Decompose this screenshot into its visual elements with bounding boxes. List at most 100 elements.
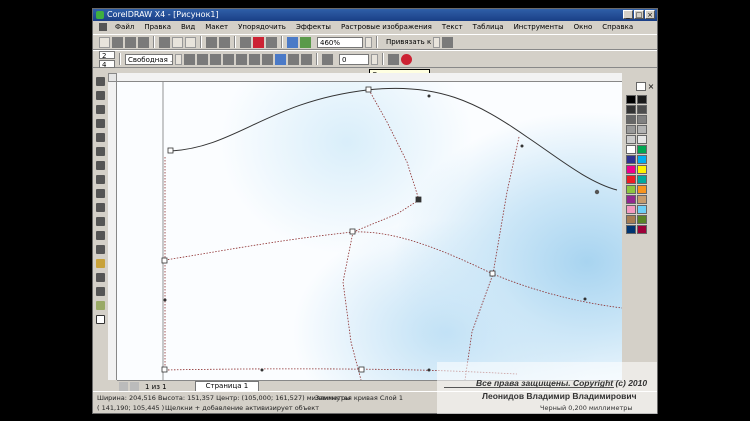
color-swatch[interactable] xyxy=(637,165,647,174)
cusp-node-icon[interactable] xyxy=(262,53,273,65)
smoothness-spinner-icon[interactable] xyxy=(371,53,378,65)
selection-mode-select[interactable]: Свободная ... xyxy=(125,53,173,65)
eyedropper-tool-icon[interactable] xyxy=(96,273,105,282)
color-swatch[interactable] xyxy=(626,225,636,234)
color-swatch[interactable] xyxy=(637,155,647,164)
palette-close-icon[interactable]: × xyxy=(646,82,656,91)
curve-node[interactable] xyxy=(349,228,356,235)
color-swatch[interactable] xyxy=(626,215,636,224)
snap-to-label[interactable]: Привязать к xyxy=(386,38,431,46)
undo-icon[interactable] xyxy=(206,36,217,48)
node-count-field[interactable]: 2 xyxy=(99,50,115,59)
table-tool-icon[interactable] xyxy=(96,231,105,240)
select-all-nodes-icon[interactable] xyxy=(401,53,412,65)
menu-view[interactable]: Вид xyxy=(176,23,200,31)
menu-edit[interactable]: Правка xyxy=(139,23,176,31)
new-document-icon[interactable] xyxy=(99,36,110,48)
smart-fill-tool-icon[interactable] xyxy=(96,147,105,156)
color-swatch[interactable] xyxy=(637,135,647,144)
menu-bitmaps[interactable]: Растровые изображения xyxy=(336,23,437,31)
color-swatch[interactable] xyxy=(626,195,636,204)
dimension-tool-icon[interactable] xyxy=(96,245,105,254)
no-color-swatch[interactable] xyxy=(636,82,646,91)
import-icon[interactable] xyxy=(253,36,264,48)
curve-control-point[interactable] xyxy=(583,297,587,301)
crop-tool-icon[interactable] xyxy=(96,105,105,114)
pick-tool-icon[interactable] xyxy=(96,77,105,86)
options-icon[interactable] xyxy=(442,36,454,48)
curve-control-point[interactable] xyxy=(260,368,264,372)
color-swatch[interactable] xyxy=(637,175,647,184)
document-menu-icon[interactable] xyxy=(99,23,107,31)
text-tool-icon[interactable] xyxy=(96,217,105,226)
color-swatch[interactable] xyxy=(637,205,647,214)
color-swatch[interactable] xyxy=(626,145,636,154)
first-page-icon[interactable] xyxy=(119,382,128,391)
mode-dropdown-chevron-icon[interactable] xyxy=(175,53,182,65)
freehand-tool-icon[interactable] xyxy=(96,133,105,142)
color-swatch[interactable] xyxy=(637,95,647,104)
color-swatch[interactable] xyxy=(637,195,647,204)
to-curve-icon[interactable] xyxy=(249,53,260,65)
polygon-tool-icon[interactable] xyxy=(96,189,105,198)
color-swatch[interactable] xyxy=(637,145,647,154)
menu-window[interactable]: Окно xyxy=(569,23,598,31)
zoom-tool-icon[interactable] xyxy=(96,119,105,128)
zoom-dropdown-chevron-icon[interactable] xyxy=(365,36,372,48)
copy-icon[interactable] xyxy=(172,36,183,48)
curve-node[interactable] xyxy=(161,257,168,264)
curve-node[interactable] xyxy=(161,366,168,373)
color-swatch[interactable] xyxy=(626,95,636,104)
shape-tool-icon[interactable] xyxy=(96,91,105,100)
export-icon[interactable] xyxy=(266,36,277,48)
curve-control-point[interactable] xyxy=(427,94,431,98)
color-swatch[interactable] xyxy=(637,115,647,124)
color-swatch[interactable] xyxy=(626,105,636,114)
color-swatch[interactable] xyxy=(637,215,647,224)
print-icon[interactable] xyxy=(138,36,149,48)
corel-online-icon[interactable] xyxy=(300,36,311,48)
drawing-canvas[interactable] xyxy=(117,82,622,380)
horizontal-ruler[interactable] xyxy=(117,73,622,82)
color-swatch[interactable] xyxy=(637,125,647,134)
ruler-origin[interactable] xyxy=(108,73,117,82)
reverse-direction-icon[interactable] xyxy=(301,53,312,65)
to-line-icon[interactable] xyxy=(236,53,247,65)
outline-tool-icon[interactable] xyxy=(96,287,105,296)
interactive-blend-tool-icon[interactable] xyxy=(96,259,105,268)
add-node-icon[interactable] xyxy=(184,53,195,65)
symmetrical-node-icon[interactable] xyxy=(288,53,299,65)
rectangle-tool-icon[interactable] xyxy=(96,161,105,170)
redo-icon[interactable] xyxy=(219,36,230,48)
smooth-node-icon[interactable] xyxy=(275,53,286,65)
color-swatch[interactable] xyxy=(626,185,636,194)
application-launcher-icon[interactable] xyxy=(287,36,298,48)
vertical-ruler[interactable] xyxy=(108,82,117,380)
color-swatch[interactable] xyxy=(637,225,647,234)
center-dart-line[interactable] xyxy=(342,231,362,380)
menu-table[interactable]: Таблица xyxy=(468,23,509,31)
curve-control-point[interactable] xyxy=(163,298,167,302)
menu-text[interactable]: Текст xyxy=(437,23,468,31)
curve-control-point[interactable] xyxy=(427,368,431,372)
menu-effects[interactable]: Эффекты xyxy=(291,23,336,31)
curve-node[interactable] xyxy=(365,86,372,93)
join-nodes-icon[interactable] xyxy=(210,53,221,65)
color-swatch[interactable] xyxy=(637,185,647,194)
curve-control-point[interactable] xyxy=(520,144,524,148)
save-icon[interactable] xyxy=(125,36,136,48)
curve-node-selected[interactable] xyxy=(415,196,422,203)
menu-arrange[interactable]: Упорядочить xyxy=(233,23,291,31)
basic-shapes-tool-icon[interactable] xyxy=(96,203,105,212)
top-curve-path[interactable] xyxy=(170,87,618,191)
title-bar[interactable]: CorelDRAW X4 - [Рисунок1] _ □ × xyxy=(93,9,657,21)
search-icon[interactable] xyxy=(240,36,251,48)
curve-smoothness-field[interactable]: 0 xyxy=(339,53,369,65)
dart-line-upper[interactable] xyxy=(368,89,420,201)
waist-line[interactable] xyxy=(164,231,622,309)
previous-page-icon[interactable] xyxy=(130,382,139,391)
break-curve-icon[interactable] xyxy=(223,53,234,65)
color-swatch[interactable] xyxy=(626,165,636,174)
paste-icon[interactable] xyxy=(185,36,196,48)
zoom-level-field[interactable]: 460% xyxy=(317,36,363,48)
